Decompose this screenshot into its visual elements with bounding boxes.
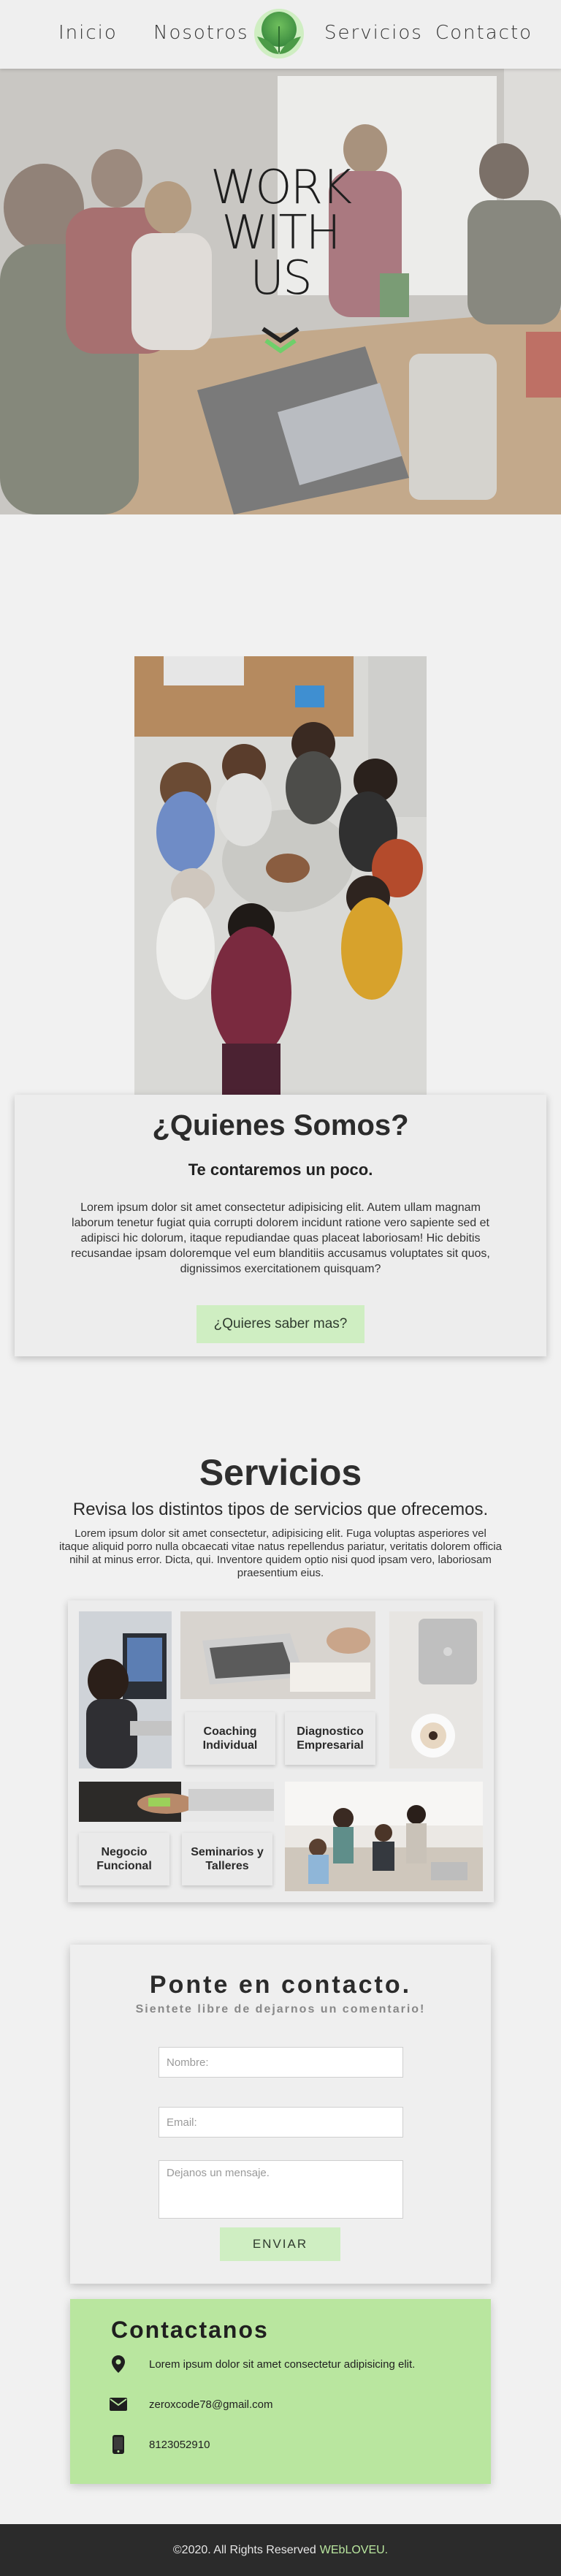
service-image-laptop [180,1611,375,1699]
navbar: Inicio Nosotros Servicios Contacto [0,0,561,69]
address-text: Lorem ipsum dolor sit amet consectetur a… [149,2357,416,2371]
service-image-desk [389,1611,483,1768]
hero-title: WORK WITH US [0,161,561,305]
phone-row: 8123052910 [110,2433,210,2455]
hero-title-line-1: WORK [210,161,352,215]
footer: ©2020. All Rights Reserved WEbLOVEU. [0,2524,561,2576]
service-diagnostico-empresarial[interactable]: Diagnostico Empresarial [285,1712,375,1765]
nav-link-contacto[interactable]: Contacto [435,22,533,44]
send-button[interactable]: ENVIAR [220,2227,340,2261]
about-title: ¿Quienes Somos? [152,1109,409,1141]
service-coaching-individual[interactable]: Coaching Individual [185,1712,275,1765]
map-pin-icon [110,2355,127,2373]
service-image-monitors [79,1611,172,1768]
leaf-logo-icon[interactable] [250,7,308,60]
service-image-office [285,1782,483,1891]
services-text: Lorem ipsum dolor sit amet consectetur, … [59,1527,502,1579]
services-grid: Coaching Individual Diagnostico Empresar… [68,1600,494,1902]
address-row: Lorem ipsum dolor sit amet consectetur a… [110,2353,415,2375]
services-title: Servicios [199,1452,362,1493]
email-text[interactable]: zeroxcode78@gmail.com [149,2398,272,2411]
contact-form-title: Ponte en contacto. [149,1971,412,1999]
hero-title-line-3: US [250,251,312,305]
about-card: ¿Quienes Somos? Te contaremos un poco. L… [15,1095,546,1356]
about-subtitle: Te contaremos un poco. [188,1160,373,1179]
email-row: zeroxcode78@gmail.com [110,2393,272,2415]
chevron-down-icon[interactable] [260,326,301,355]
name-input[interactable] [159,2047,403,2078]
about-text: Lorem ipsum dolor sit amet consectetur a… [71,1201,490,1275]
envelope-icon [110,2395,127,2413]
contact-info-title: Contactanos [111,2317,269,2343]
message-textarea[interactable] [159,2160,403,2219]
footer-copyright: ©2020. All Rights Reserved [172,2543,316,2556]
service-seminarios-talleres[interactable]: Seminarios y Talleres [182,1833,272,1885]
team-photo [134,656,427,1095]
contact-form-subtitle: Sientete libre de dejarnos un comentario… [135,2003,426,2015]
contact-form-card: Ponte en contacto. Sientete libre de dej… [70,1945,491,2284]
hero-section: WORK WITH US [0,69,561,514]
phone-icon [110,2435,127,2454]
service-image-handshake [79,1782,274,1822]
phone-text[interactable]: 8123052910 [149,2439,210,2451]
footer-brand[interactable]: WEbLOVEU. [320,2544,388,2557]
nav-link-inicio[interactable]: Inicio [58,22,118,44]
services-subtitle: Revisa los distintos tipos de servicios … [72,1500,489,1519]
service-negocio-funcional[interactable]: Negocio Funcional [79,1833,169,1885]
email-input[interactable] [159,2107,403,2138]
contact-info-card: Contactanos Lorem ipsum dolor sit amet c… [70,2299,491,2484]
nav-link-nosotros[interactable]: Nosotros [153,22,249,44]
hero-title-line-2: WITH [221,206,340,260]
nav-link-servicios[interactable]: Servicios [324,22,423,44]
learn-more-button[interactable]: ¿Quieres saber mas? [196,1305,365,1343]
